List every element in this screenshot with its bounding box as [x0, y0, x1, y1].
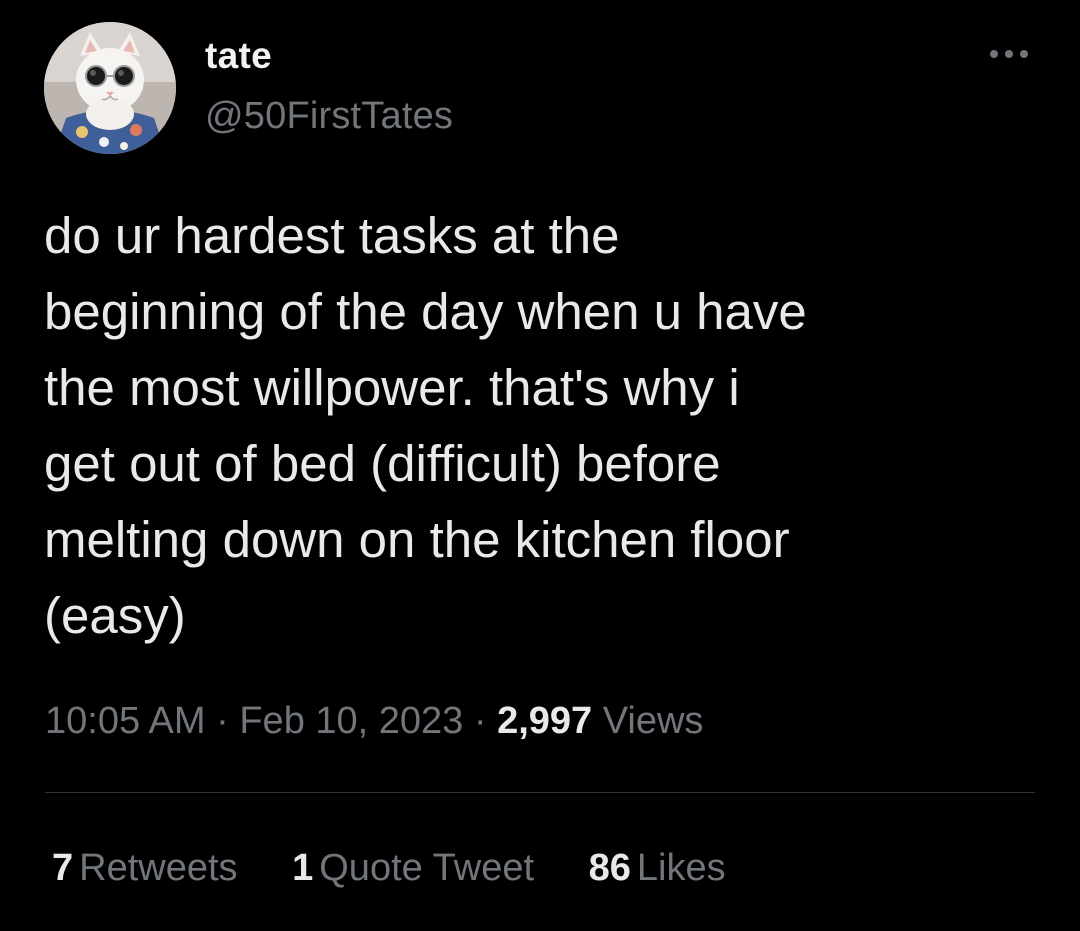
avatar[interactable] — [44, 22, 176, 154]
user-handle[interactable]: @50FirstTates — [205, 94, 453, 138]
tweet-card: tate @50FirstTates do ur hardest tasks a… — [0, 0, 1080, 931]
likes-label: Likes — [636, 847, 726, 889]
retweets-count: 7 — [52, 847, 74, 889]
divider — [45, 792, 1035, 793]
retweets-stat[interactable]: 7 Retweets — [52, 845, 238, 891]
engagement-stats: 7 Retweets 1 Quote Tweet 86 Likes — [52, 845, 770, 891]
tweet-time[interactable]: 10:05 AM — [45, 700, 206, 742]
quotes-count: 1 — [292, 847, 314, 889]
retweets-label: Retweets — [79, 847, 238, 889]
views-label: Views — [602, 700, 704, 742]
tweet-date[interactable]: Feb 10, 2023 — [239, 700, 463, 742]
views-count: 2,997 — [497, 700, 593, 742]
meta-separator: · — [216, 700, 229, 742]
meta-separator: · — [473, 700, 487, 742]
tweet-text: do ur hardest tasks at the beginning of … — [44, 207, 807, 644]
quote-tweets-stat[interactable]: 1 Quote Tweet — [292, 845, 534, 891]
likes-count: 86 — [588, 847, 631, 889]
more-dots-icon — [990, 50, 1028, 58]
quotes-label: Quote Tweet — [319, 847, 535, 889]
more-options-button[interactable] — [986, 42, 1032, 66]
display-name[interactable]: tate — [205, 34, 272, 78]
cat-with-sunglasses-avatar-icon — [44, 22, 176, 154]
likes-stat[interactable]: 86 Likes — [589, 845, 726, 891]
tweet-meta: 10:05 AM · Feb 10, 2023 · 2,997 Views — [45, 698, 703, 744]
